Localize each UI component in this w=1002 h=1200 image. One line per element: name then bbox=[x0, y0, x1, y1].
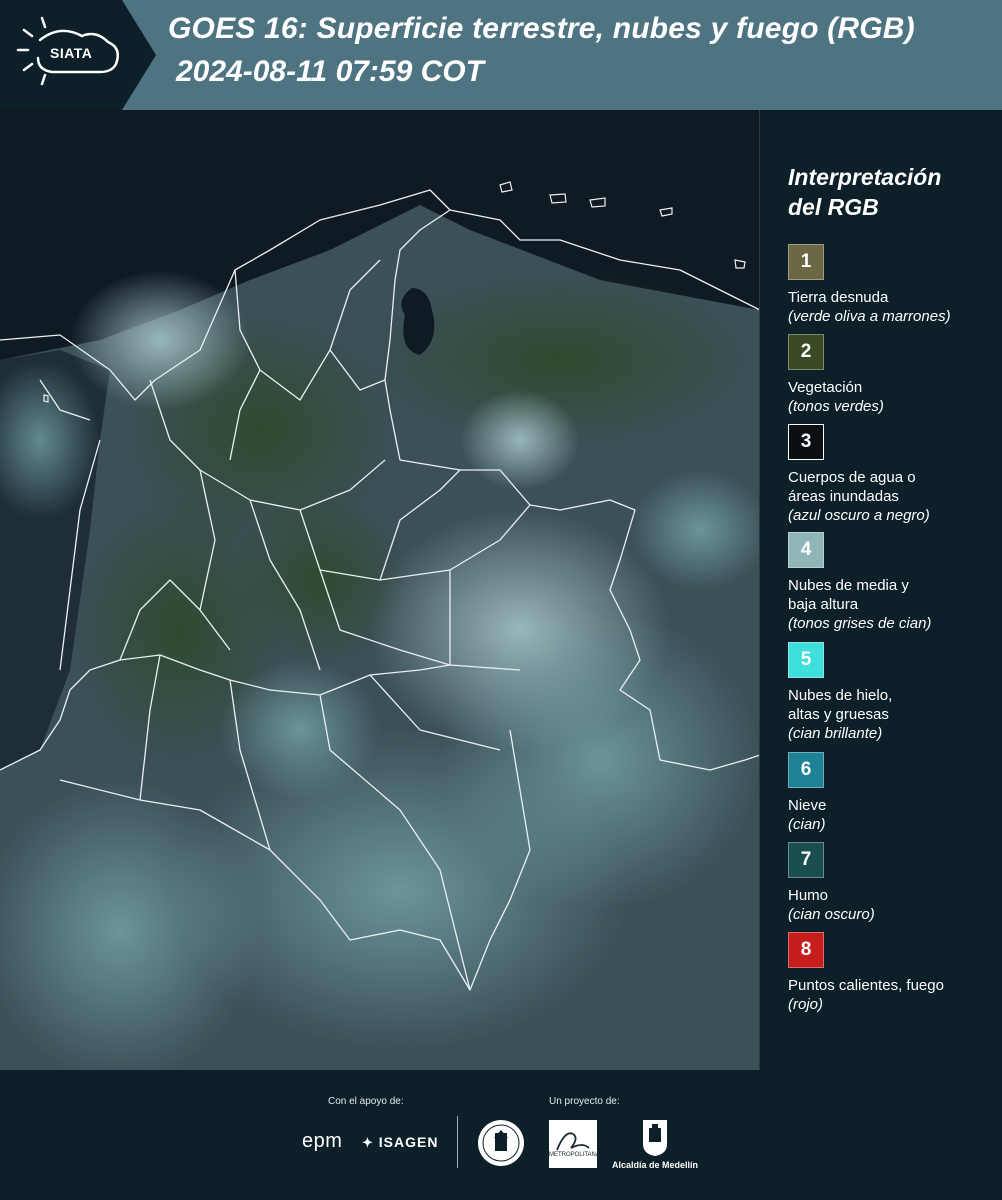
legend-item-smoke: 7 Humo (cian oscuro) bbox=[788, 842, 998, 924]
legend-note: (azul oscuro a negro) bbox=[788, 507, 930, 524]
legend-label: Cuerpos de agua o áreas inundadas bbox=[788, 469, 916, 505]
swatch-7: 7 bbox=[788, 842, 824, 878]
satellite-map bbox=[0, 110, 760, 1070]
legend-label: Tierra desnuda bbox=[788, 289, 889, 306]
legend-label: Vegetación bbox=[788, 379, 863, 396]
area-metropolitana-logo bbox=[549, 1120, 597, 1168]
legend-title-line2: del RGB bbox=[788, 194, 879, 220]
legend-item-ice-clouds: 5 Nubes de hielo, altas y gruesas (cian … bbox=[788, 642, 998, 743]
swatch-8: 8 bbox=[788, 932, 824, 968]
legend-note: (rojo) bbox=[788, 996, 824, 1013]
alcaldia-label: Alcaldía de Medellín bbox=[612, 1160, 699, 1170]
swatch-1: 1 bbox=[788, 244, 824, 280]
legend-label: Nubes de media y baja altura bbox=[788, 577, 909, 613]
logo-text: SIATA bbox=[50, 45, 93, 61]
legend-label: Nieve bbox=[788, 797, 827, 814]
timestamp: 2024-08-11 07:59 COT bbox=[176, 55, 484, 88]
swatch-6: 6 bbox=[788, 752, 824, 788]
university-seal-icon bbox=[476, 1118, 526, 1173]
legend-note: (cian brillante) bbox=[788, 725, 883, 742]
legend-note: (verde oliva a marrones) bbox=[788, 308, 951, 325]
support-caption: Con el apoyo de: bbox=[328, 1096, 404, 1107]
header-bar: SIATA GOES 16: Superficie terrestre, nub… bbox=[0, 0, 1002, 110]
legend-note: (tonos grises de cian) bbox=[788, 615, 932, 632]
legend-note: (tonos verdes) bbox=[788, 398, 884, 415]
legend-item-vegetation: 2 Vegetación (tonos verdes) bbox=[788, 334, 998, 416]
swatch-2: 2 bbox=[788, 334, 824, 370]
alcaldia-shield-icon bbox=[640, 1118, 670, 1163]
isagen-logo: ✦ ISAGEN bbox=[362, 1134, 438, 1151]
siata-logo: SIATA bbox=[0, 0, 156, 110]
epm-logo: epm bbox=[302, 1130, 343, 1152]
legend-item-water: 3 Cuerpos de agua o áreas inundadas (azu… bbox=[788, 424, 998, 525]
swatch-5: 5 bbox=[788, 642, 824, 678]
legend-note: (cian oscuro) bbox=[788, 906, 875, 923]
isagen-mark-icon: ✦ bbox=[362, 1135, 374, 1150]
legend-item-fire: 8 Puntos calientes, fuego (rojo) bbox=[788, 932, 998, 1014]
page-title: GOES 16: Superficie terrestre, nubes y f… bbox=[168, 12, 915, 45]
metro-label: METROPOLITANA bbox=[549, 1152, 600, 1158]
isagen-label: ISAGEN bbox=[378, 1134, 439, 1150]
swatch-3: 3 bbox=[788, 424, 824, 460]
legend-title: Interpretación del RGB bbox=[788, 162, 941, 222]
legend-item-bare-soil: 1 Tierra desnuda (verde oliva a marrones… bbox=[788, 244, 998, 326]
footer-divider bbox=[457, 1116, 458, 1168]
legend-label: Puntos calientes, fuego bbox=[788, 977, 944, 994]
legend-note: (cian) bbox=[788, 816, 826, 833]
legend-title-line1: Interpretación bbox=[788, 164, 942, 190]
project-caption: Un proyecto de: bbox=[549, 1096, 620, 1107]
footer: Con el apoyo de: Un proyecto de: epm ✦ I… bbox=[0, 1070, 1002, 1200]
legend-label: Nubes de hielo, altas y gruesas bbox=[788, 687, 893, 723]
legend-panel: Interpretación del RGB 1 Tierra desnuda … bbox=[760, 110, 1002, 1070]
swatch-4: 4 bbox=[788, 532, 824, 568]
legend-label: Humo bbox=[788, 887, 829, 904]
legend-item-mid-low-clouds: 4 Nubes de media y baja altura (tonos gr… bbox=[788, 532, 998, 633]
legend-item-snow: 6 Nieve (cian) bbox=[788, 752, 998, 834]
